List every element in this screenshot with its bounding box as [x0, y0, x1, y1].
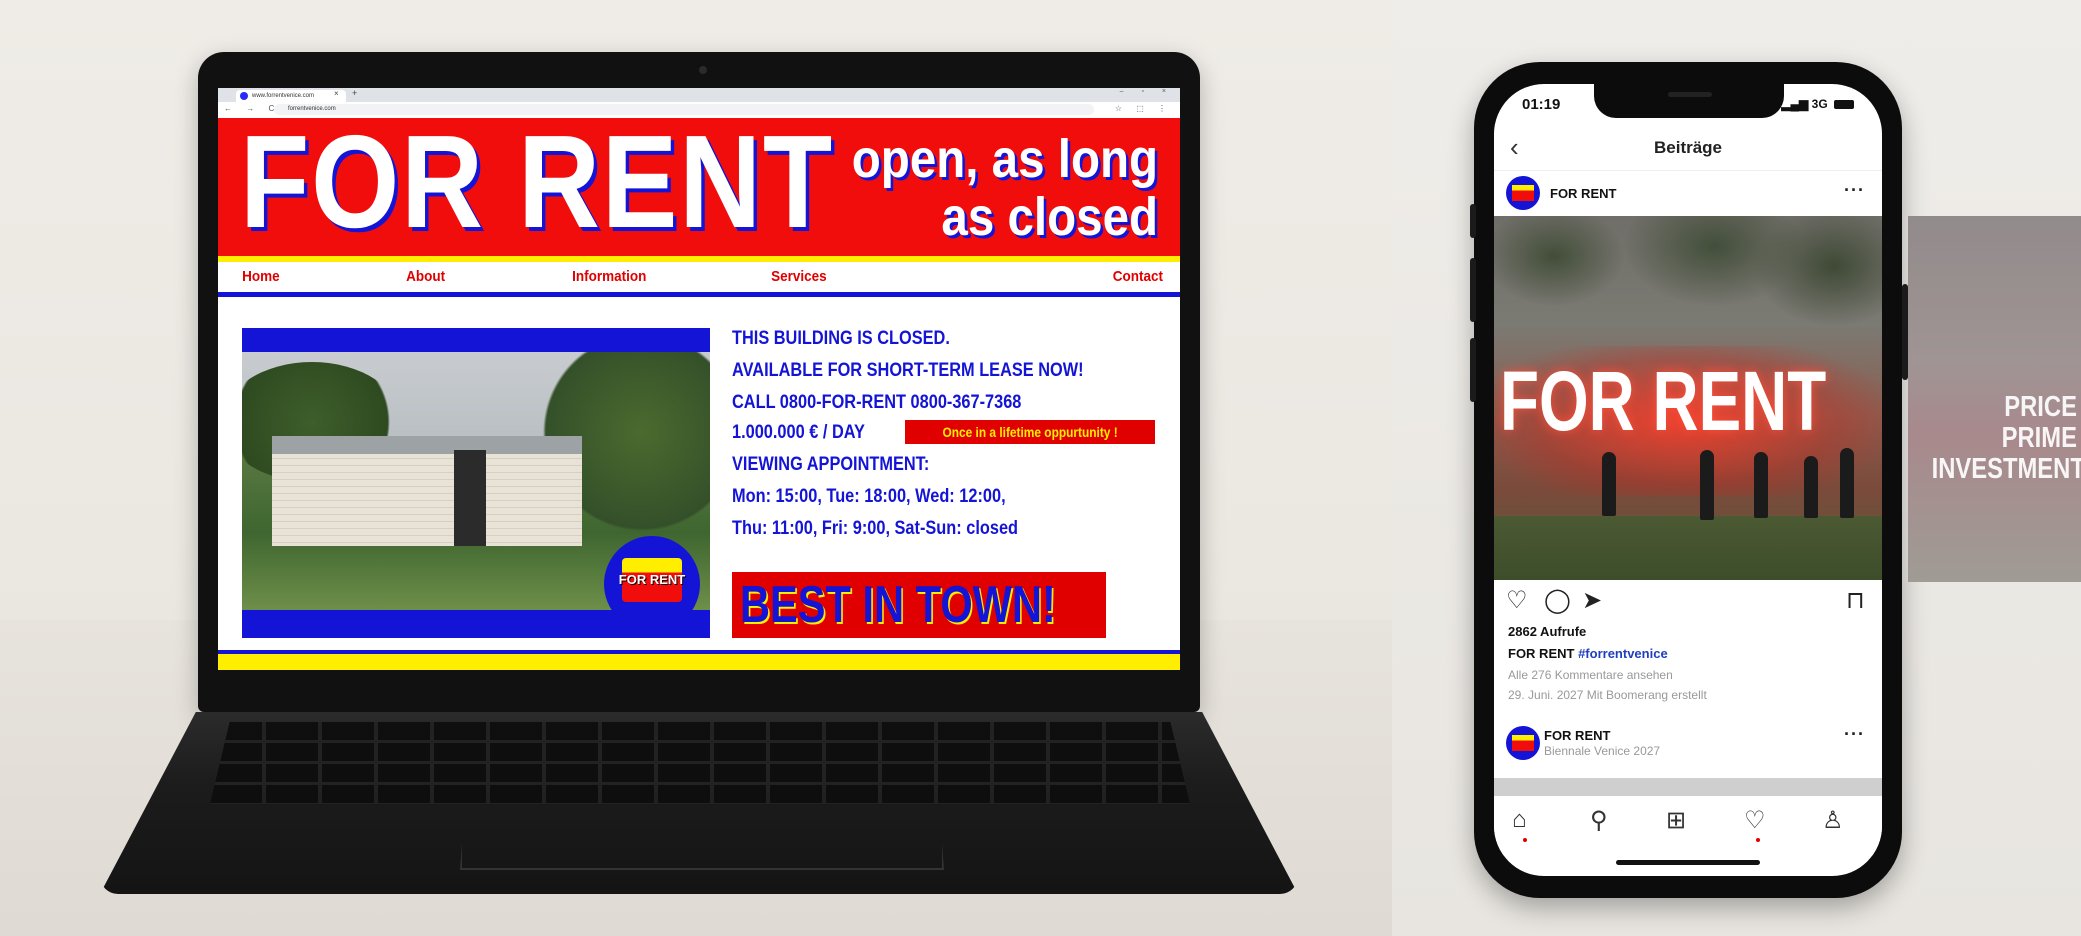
- info-viewing: VIEWING APPOINTMENT:: [732, 454, 930, 475]
- pavilion-door: [454, 450, 486, 546]
- phone-mute-switch: [1470, 204, 1476, 238]
- post-caption: FOR RENT #forrentvenice: [1508, 646, 1668, 661]
- info-phone[interactable]: CALL 0800-FOR-RENT 0800-367-7368: [732, 392, 1021, 414]
- network-label: 3G: [1811, 97, 1828, 111]
- for-rent-badge: FOR RENT: [604, 536, 700, 610]
- person-figure: [1804, 456, 1818, 518]
- promo-badge-text: Once in a lifetime oppurtunity !: [942, 424, 1118, 440]
- tab-close-icon[interactable]: ×: [334, 89, 339, 98]
- person-figure: [1754, 452, 1768, 518]
- profile-icon[interactable]: ♙: [1822, 806, 1844, 835]
- person-figure: [1840, 448, 1854, 518]
- best-in-town-text: BEST IN TOWN!: [740, 576, 1056, 634]
- billboard-overlay: PRICE RE PRIME LO INVESTMENT OI: [1908, 216, 2081, 582]
- promo-badge: Once in a lifetime oppurtunity !: [905, 420, 1155, 444]
- signal-icon: ▂▄▆: [1781, 97, 1809, 111]
- building-photo: FOR RENT: [242, 352, 710, 610]
- caption-hashtag[interactable]: #forrentvenice: [1578, 646, 1668, 661]
- pavilion-building: [272, 438, 582, 546]
- phone-volume-up: [1470, 258, 1476, 322]
- info-hours-1: Mon: 15:00, Tue: 18:00, Wed: 12:00,: [732, 486, 1006, 507]
- post-grass: [1494, 516, 1882, 580]
- caption-username[interactable]: FOR RENT: [1508, 646, 1574, 661]
- site-tagline: open, as long as closed: [852, 130, 1158, 246]
- notification-dot: [1756, 838, 1760, 842]
- browser-tab-strip: www.forrentvenice.com × + – ▫ ×: [218, 88, 1180, 102]
- phone-notch: [1594, 84, 1784, 118]
- pavilion-roof: [272, 436, 582, 454]
- post-header: FOR RENT ···: [1494, 170, 1882, 216]
- tagline-line1: open, as long: [851, 129, 1158, 189]
- badge-text: FOR RENT: [618, 572, 686, 587]
- battery-icon: [1834, 100, 1854, 110]
- billboard-line1: PRICE RE: [2004, 391, 2081, 423]
- post2-location[interactable]: Biennale Venice 2027: [1544, 744, 1660, 758]
- phone-screen: 01:19 ▂▄▆ 3G ‹ Beiträge FOR RENT ··· FOR…: [1494, 84, 1882, 876]
- notification-dot: [1523, 838, 1527, 842]
- info-closed: THIS BUILDING IS CLOSED.: [732, 328, 950, 349]
- share-icon[interactable]: ➤: [1582, 586, 1602, 615]
- best-in-town-banner: BEST IN TOWN!: [732, 572, 1106, 638]
- comment-icon[interactable]: ◯: [1544, 586, 1571, 615]
- post-image-text: FOR RENT: [1500, 354, 1827, 448]
- avatar-flag: [1512, 735, 1534, 751]
- laptop-screen: www.forrentvenice.com × + – ▫ × ← → C fo…: [218, 88, 1180, 670]
- billboard-line2: PRIME LO: [2002, 422, 2081, 454]
- heart-icon[interactable]: ♡: [1506, 586, 1528, 615]
- nav-services[interactable]: Services: [771, 268, 827, 285]
- next-post-preview: [1494, 778, 1882, 796]
- webcam: [699, 66, 707, 74]
- keyboard-rows: [210, 722, 1190, 804]
- activity-icon[interactable]: ♡: [1744, 806, 1766, 835]
- post-username[interactable]: FOR RENT: [1550, 186, 1616, 201]
- bookmark-icon[interactable]: ⊓: [1846, 586, 1865, 615]
- nav-home[interactable]: Home: [242, 268, 280, 285]
- billboard-text: PRICE RE PRIME LO INVESTMENT OI: [1932, 392, 2081, 485]
- nav-contact[interactable]: Contact: [1113, 268, 1163, 285]
- post-image[interactable]: FOR RENT: [1494, 216, 1882, 580]
- avatar-flag: [1512, 185, 1534, 201]
- views-count: 2862 Aufrufe: [1508, 624, 1587, 639]
- info-hours-2: Thu: 11:00, Fri: 9:00, Sat-Sun: closed: [732, 518, 1019, 539]
- view-comments-link[interactable]: Alle 276 Kommentare ansehen: [1508, 668, 1673, 682]
- favicon-icon: [240, 92, 248, 100]
- person-figure: [1602, 452, 1616, 516]
- post-trees: [1494, 216, 1882, 336]
- nav-divider: [218, 292, 1180, 297]
- status-icons: ▂▄▆ 3G: [1781, 97, 1854, 111]
- site-logo[interactable]: FOR RENT: [240, 116, 834, 248]
- add-icon[interactable]: ⊞: [1666, 806, 1686, 835]
- info-available: AVAILABLE FOR SHORT-TERM LEASE NOW!: [732, 360, 1084, 381]
- post-date: 29. Juni. 2027 Mit Boomerang erstellt: [1508, 688, 1707, 702]
- avatar[interactable]: [1506, 726, 1540, 760]
- nav-information[interactable]: Information: [572, 268, 646, 285]
- new-tab-button[interactable]: +: [352, 88, 357, 98]
- post-actions: ♡ ◯ ➤ ⊓: [1494, 584, 1882, 618]
- tab-title: www.forrentvenice.com: [252, 93, 315, 99]
- speaker: [1668, 92, 1712, 97]
- trackpad[interactable]: [460, 804, 944, 870]
- toolbar-icons[interactable]: ☆ ⬚ ⋮: [1115, 104, 1172, 113]
- status-time: 01:19: [1522, 96, 1561, 113]
- tagline-line2: as closed: [941, 187, 1158, 247]
- site-nav: Home About Information Services Contact: [218, 262, 1180, 292]
- home-indicator[interactable]: [1616, 860, 1760, 865]
- more-icon[interactable]: ···: [1844, 180, 1865, 201]
- footer-strip: [218, 654, 1180, 670]
- search-icon[interactable]: ⚲: [1590, 806, 1608, 835]
- billboard-line3: INVESTMENT OI: [1932, 453, 2081, 485]
- window-controls[interactable]: – ▫ ×: [1120, 88, 1174, 95]
- phone-volume-down: [1470, 338, 1476, 402]
- nav-about[interactable]: About: [406, 268, 445, 285]
- ig-title: Beiträge: [1653, 138, 1723, 157]
- person-figure: [1700, 450, 1714, 520]
- more-icon[interactable]: ···: [1844, 724, 1865, 745]
- info-price: 1.000.000 € / DAY: [732, 422, 865, 443]
- home-icon[interactable]: ⌂: [1512, 806, 1527, 834]
- post2-username[interactable]: FOR RENT: [1544, 728, 1610, 743]
- ig-tab-bar: ⌂ ⚲ ⊞ ♡ ♙: [1494, 796, 1882, 856]
- browser-tab[interactable]: www.forrentvenice.com: [236, 90, 346, 102]
- ig-header: ‹ Beiträge: [1494, 124, 1882, 171]
- avatar[interactable]: [1506, 176, 1540, 210]
